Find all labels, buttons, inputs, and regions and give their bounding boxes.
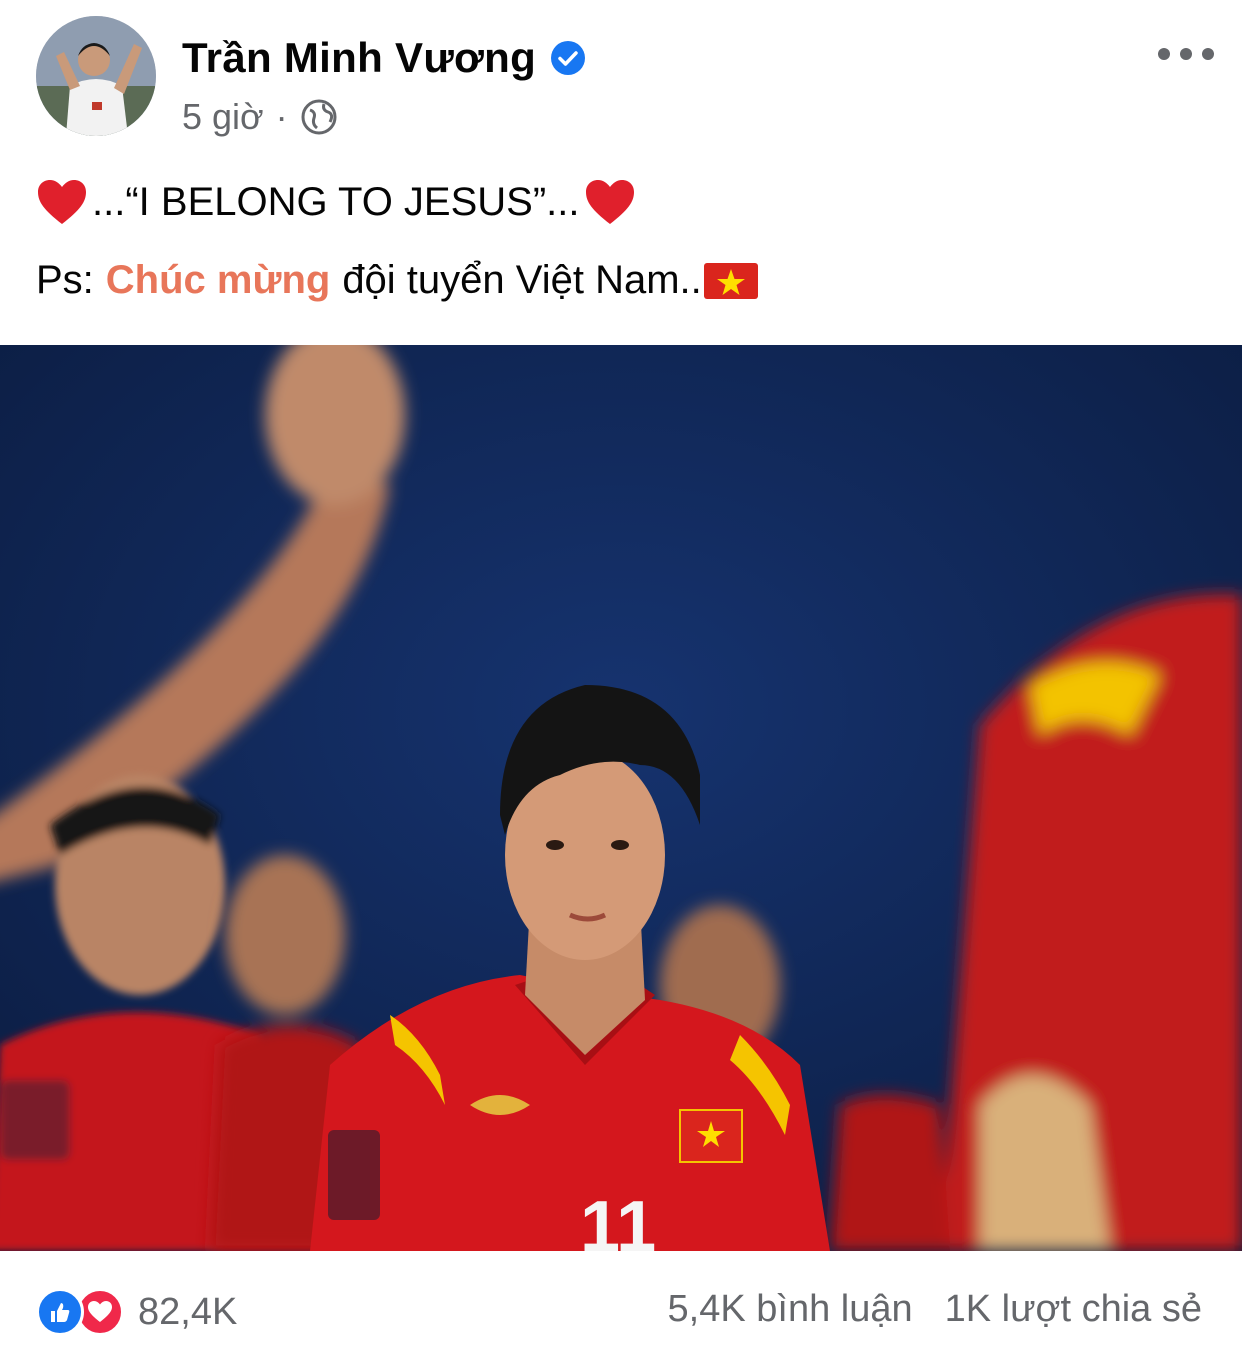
verified-badge-icon: [551, 41, 586, 75]
author-name[interactable]: Trần Minh Vương: [182, 34, 536, 82]
post-text-line1: ...“I BELONG TO JESUS”...: [36, 178, 636, 226]
vietnam-flag-emoji: [703, 262, 758, 299]
post-photo[interactable]: 11: [0, 345, 1242, 1251]
reactions-summary[interactable]: 82,4K: [36, 1288, 237, 1336]
post-time[interactable]: 5 giờ: [182, 96, 264, 138]
jersey-number: 11: [580, 1187, 656, 1251]
reactions-count: 82,4K: [138, 1290, 238, 1333]
quote-text: ...“I BELONG TO JESUS”...: [92, 179, 580, 224]
congrats-highlight[interactable]: Chúc mừng: [106, 258, 331, 303]
author-avatar[interactable]: [36, 16, 156, 136]
engagement-stats: 5,4K bình luận 1K lượt chia sẻ: [668, 1288, 1202, 1331]
post-meta: 5 giờ ·: [182, 96, 338, 138]
post-text-line2: Ps: Chúc mừng đội tuyển Việt Nam..: [36, 258, 758, 303]
author-row: Trần Minh Vương: [182, 34, 586, 82]
like-reaction-icon: [36, 1288, 84, 1336]
ps-label: Ps:: [36, 258, 94, 302]
comments-count[interactable]: 5,4K bình luận: [668, 1288, 913, 1331]
shares-count[interactable]: 1K lượt chia sẻ: [945, 1288, 1202, 1331]
dot: [1180, 48, 1192, 60]
dot: [1202, 48, 1214, 60]
ps-text: đội tuyển Việt Nam..: [342, 258, 702, 302]
more-options-icon[interactable]: [1158, 36, 1214, 72]
globe-icon[interactable]: [300, 98, 338, 136]
meta-separator: ·: [275, 96, 288, 137]
red-heart-emoji: [38, 180, 86, 224]
dot: [1158, 48, 1170, 60]
red-heart-emoji: [585, 180, 634, 224]
post-header: Trần Minh Vương 5 giờ ·: [0, 0, 1242, 150]
post-footer: 82,4K 5,4K bình luận 1K lượt chia sẻ: [0, 1252, 1242, 1362]
